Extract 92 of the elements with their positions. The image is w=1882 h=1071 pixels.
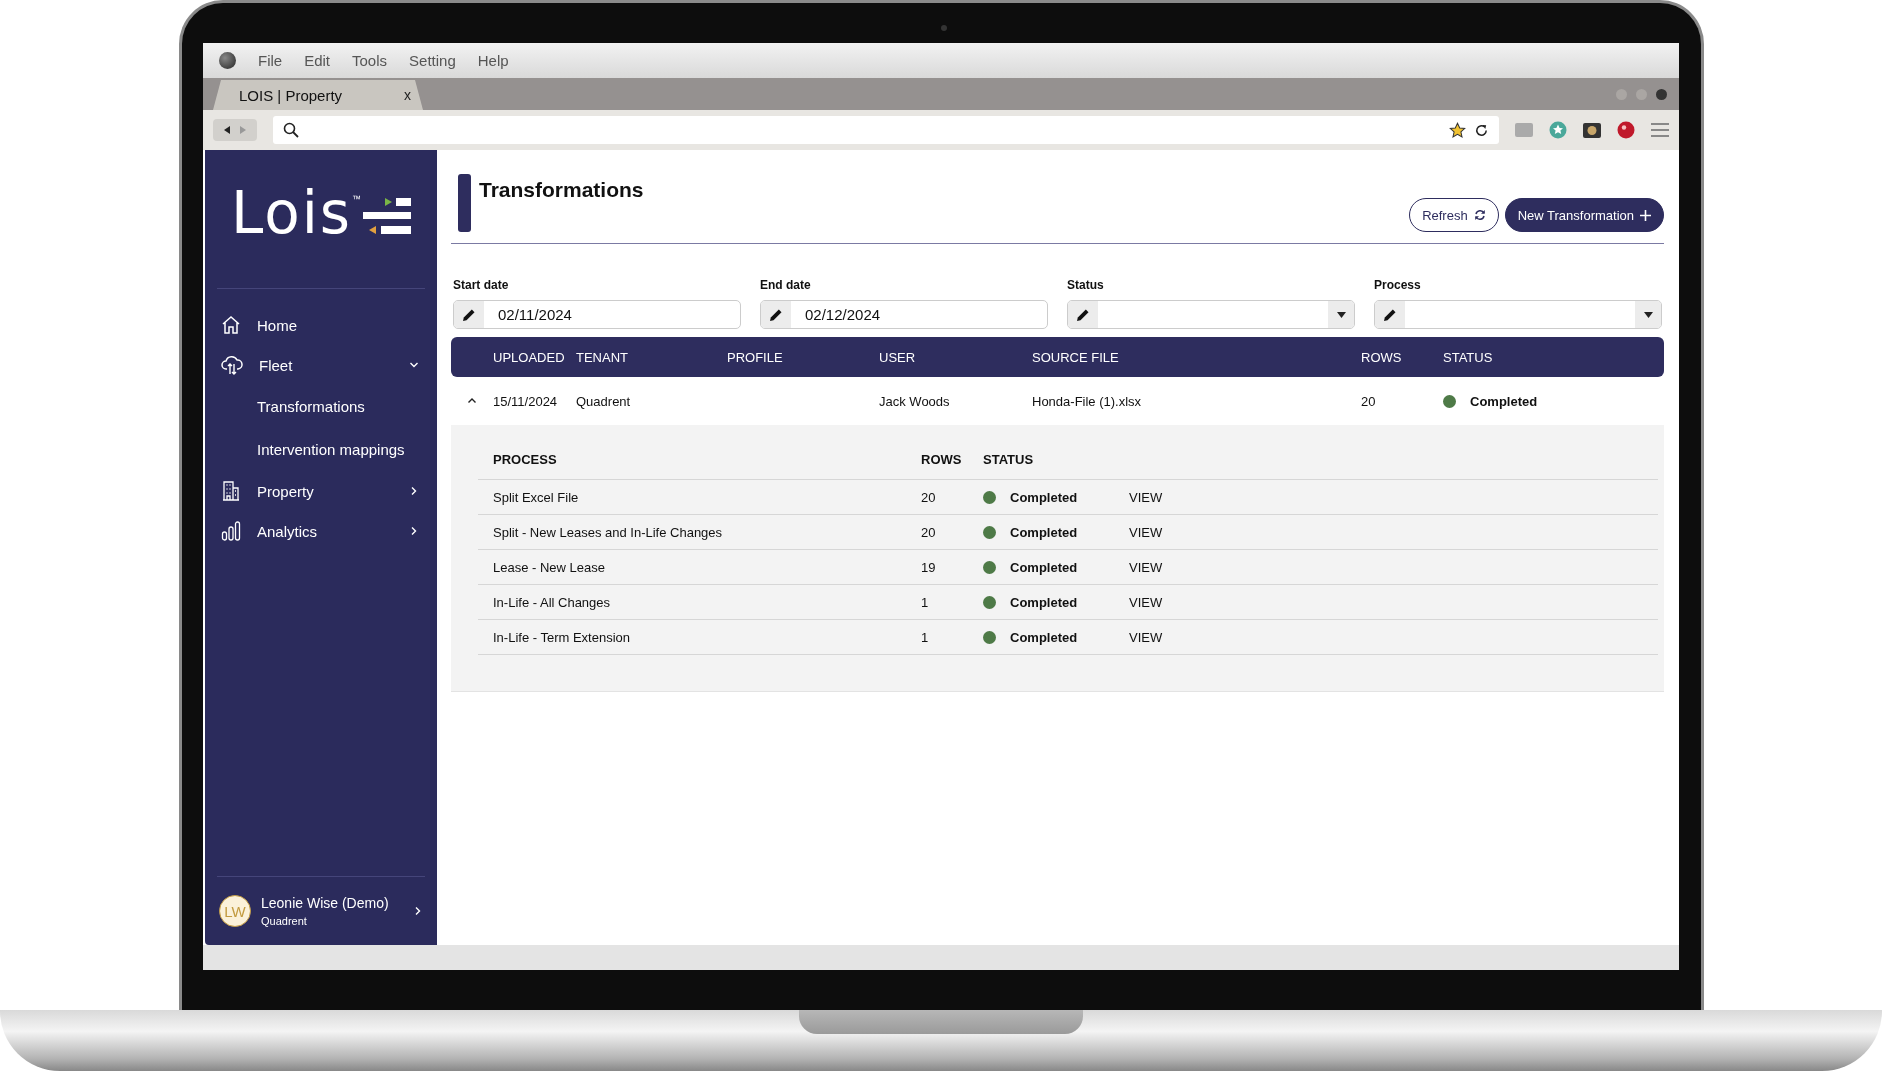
column-header: PROFILE (727, 349, 784, 365)
column-header: USER (879, 349, 917, 365)
status-text: Completed (1010, 559, 1078, 575)
star-badge-icon[interactable] (1549, 121, 1567, 139)
menu-item[interactable]: Edit (304, 52, 331, 69)
pencil-icon (462, 307, 476, 322)
status-text: Completed (1010, 524, 1078, 540)
table-cell-text: 19 (921, 559, 937, 575)
app-icon (219, 52, 236, 69)
table-cell-text: Lease - New Lease (493, 559, 606, 575)
table-cell-text: Jack Woods (879, 393, 951, 409)
pencil-icon (1076, 307, 1090, 322)
table-cell-text: In-Life - All Changes (493, 594, 612, 610)
table-cell-text: 20 (1361, 393, 1377, 409)
status-text: Completed (1010, 489, 1078, 505)
browser-tab[interactable]: LOIS | Property x (213, 80, 423, 110)
cloud-icon (221, 355, 243, 375)
date-field[interactable]: 02/12/2024 (760, 300, 1048, 329)
address-field[interactable] (273, 116, 1499, 144)
table-cell-text: Quadrent (576, 393, 632, 409)
search-icon (283, 122, 299, 138)
brand-logo: Lois (230, 184, 353, 242)
refresh-icon (1473, 209, 1486, 221)
record-icon[interactable] (1617, 121, 1635, 139)
table-cell-text: 1 (921, 629, 930, 645)
tab-title: LOIS | Property (239, 86, 343, 104)
refresh-button[interactable]: Refresh (1409, 198, 1499, 232)
table-cell-text: 15/11/2024 (493, 393, 559, 409)
table-cell-text: 20 (921, 524, 937, 540)
page-title: Transformations (479, 178, 644, 202)
navigation-buttons[interactable] (213, 119, 257, 141)
table-cell-text: Honda-File (1).xlsx (1032, 393, 1143, 409)
select-field[interactable] (1067, 300, 1355, 329)
column-header: STATUS (983, 451, 1035, 467)
dropdown-caret-icon (1336, 311, 1346, 318)
nav-item[interactable]: Home (205, 305, 437, 345)
menu-item[interactable]: Setting (409, 52, 456, 69)
column-header: TENANT (576, 349, 629, 365)
camera-icon[interactable] (1583, 122, 1601, 138)
new-transformation-button[interactable]: New Transformation (1504, 198, 1664, 232)
column-header: UPLOADED (493, 349, 566, 365)
table-cell-text: 1 (921, 594, 930, 610)
building-icon (221, 481, 241, 501)
logo-bars-icon (363, 198, 412, 234)
filter-label: Status (1067, 278, 1105, 292)
table-cell-text: Split - New Leases and In-Life Changes (493, 524, 724, 540)
plus-icon (1640, 209, 1651, 221)
user-avatar: LW (219, 895, 251, 927)
nav-item[interactable]: Property (205, 471, 437, 511)
star-icon[interactable] (1449, 121, 1466, 139)
nav-subitem[interactable]: Transformations (205, 385, 365, 428)
window-dot-icon[interactable] (1656, 88, 1667, 100)
close-button[interactable]: x (404, 87, 411, 103)
view-link[interactable]: VIEW (1129, 489, 1163, 505)
nav-subitem[interactable]: Intervention mappings (205, 428, 405, 471)
filter-label: Start date (453, 278, 510, 292)
date-field[interactable]: 02/11/2024 (453, 300, 741, 329)
column-header: STATUS (1443, 349, 1494, 365)
table-cell-text: In-Life - Term Extension (493, 629, 632, 645)
select-field[interactable] (1374, 300, 1662, 329)
title-accent (458, 174, 471, 232)
home-icon (221, 315, 241, 335)
nav-item[interactable]: Fleet (205, 345, 437, 385)
table-cell-text: Split Excel File (493, 489, 580, 505)
nav-item[interactable]: Analytics (205, 511, 437, 551)
menu-item[interactable]: Help (477, 52, 509, 69)
user-name: Leonie Wise (Demo) (261, 895, 390, 911)
column-header: SOURCE FILE (1032, 349, 1120, 365)
status-text: Completed (1010, 629, 1078, 645)
menu-item[interactable]: File (258, 52, 283, 69)
chevron-icon[interactable] (413, 906, 423, 916)
column-header: PROCESS (493, 451, 558, 467)
menu-icon[interactable] (1651, 123, 1669, 137)
column-header: ROWS (1361, 349, 1403, 365)
reload-icon[interactable] (1474, 122, 1489, 138)
menu-item[interactable]: Tools (352, 52, 388, 69)
filter-label: Process (1374, 278, 1422, 292)
trademark: ™ (352, 194, 362, 204)
view-link[interactable]: VIEW (1129, 629, 1163, 645)
pencil-icon (769, 307, 783, 322)
status-text: Completed (1470, 393, 1538, 409)
filter-label: End date (760, 278, 812, 292)
status-text: Completed (1010, 594, 1078, 610)
view-link[interactable]: VIEW (1129, 559, 1163, 575)
dropdown-caret-icon (1643, 311, 1653, 318)
column-header: ROWS (921, 451, 963, 467)
table-cell-text: 20 (921, 489, 937, 505)
user-organisation: Quadrent (261, 915, 308, 927)
bar-chart-icon (221, 521, 241, 541)
pencil-icon (1383, 307, 1397, 322)
view-link[interactable]: VIEW (1129, 524, 1163, 540)
view-link[interactable]: VIEW (1129, 594, 1163, 610)
